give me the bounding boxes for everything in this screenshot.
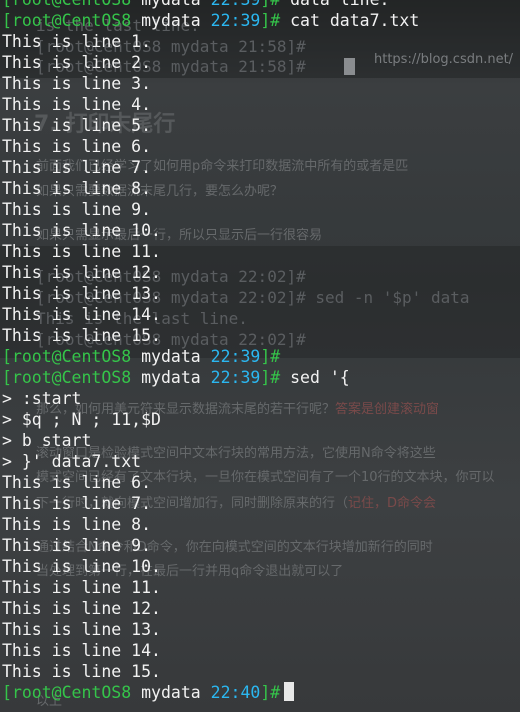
- output-line: This is line 7.: [2, 494, 152, 513]
- output-line: This is line 13.: [2, 620, 161, 639]
- output-line: This is line 6.: [2, 473, 152, 492]
- output-line: This is line 9.: [2, 200, 152, 219]
- output-line: This is line 9.: [2, 536, 152, 555]
- output-line: This is line 15.: [2, 326, 161, 345]
- output-line: This is line 4.: [2, 95, 152, 114]
- output-line: This is line 8.: [2, 179, 152, 198]
- output-line: This is line 11.: [2, 578, 161, 597]
- prompt-line: [root@CentOS8 mydata 22:39]# cat data7.t…: [2, 11, 420, 30]
- output-line: This is line 12.: [2, 263, 161, 282]
- partial-top-line: [root@CentOS8 mydata 22:39]# data line.: [2, 0, 520, 10]
- terminal-output: [root@CentOS8 mydata 22:39]# data line. …: [2, 0, 520, 703]
- output-line: This is line 2.: [2, 53, 152, 72]
- output-line: This is line 12.: [2, 599, 161, 618]
- command-text: sed '{: [290, 368, 350, 387]
- output-line: This is line 15.: [2, 662, 161, 681]
- continuation-line: > b start: [2, 431, 92, 450]
- output-line: This is line 14.: [2, 641, 161, 660]
- output-line: This is line 10.: [2, 557, 161, 576]
- output-line: This is line 1.: [2, 32, 152, 51]
- continuation-line: > }' data7.txt: [2, 452, 142, 471]
- output-line: This is line 11.: [2, 242, 161, 261]
- text-cursor[interactable]: [284, 682, 295, 701]
- output-line: This is line 10.: [2, 221, 161, 240]
- continuation-line: > $q ; N ; 11,$D: [2, 410, 161, 429]
- output-line: This is line 13.: [2, 284, 161, 303]
- output-line: This is line 14.: [2, 305, 161, 324]
- terminal-window[interactable]: is the last line. [root@CentOS8 mydata 2…: [0, 0, 520, 712]
- continuation-line: > :start: [2, 389, 82, 408]
- output-line: This is line 7.: [2, 158, 152, 177]
- output-line: This is line 8.: [2, 515, 152, 534]
- output-line: This is line 6.: [2, 137, 152, 156]
- output-line: This is line 5.: [2, 116, 152, 135]
- prompt-line: [root@CentOS8 mydata 22:39]# sed '{: [2, 368, 350, 387]
- active-prompt-line[interactable]: [root@CentOS8 mydata 22:40]#: [2, 682, 520, 703]
- prompt-line: [root@CentOS8 mydata 22:39]#: [2, 347, 281, 366]
- command-text: cat data7.txt: [290, 11, 420, 30]
- output-line: This is line 3.: [2, 74, 152, 93]
